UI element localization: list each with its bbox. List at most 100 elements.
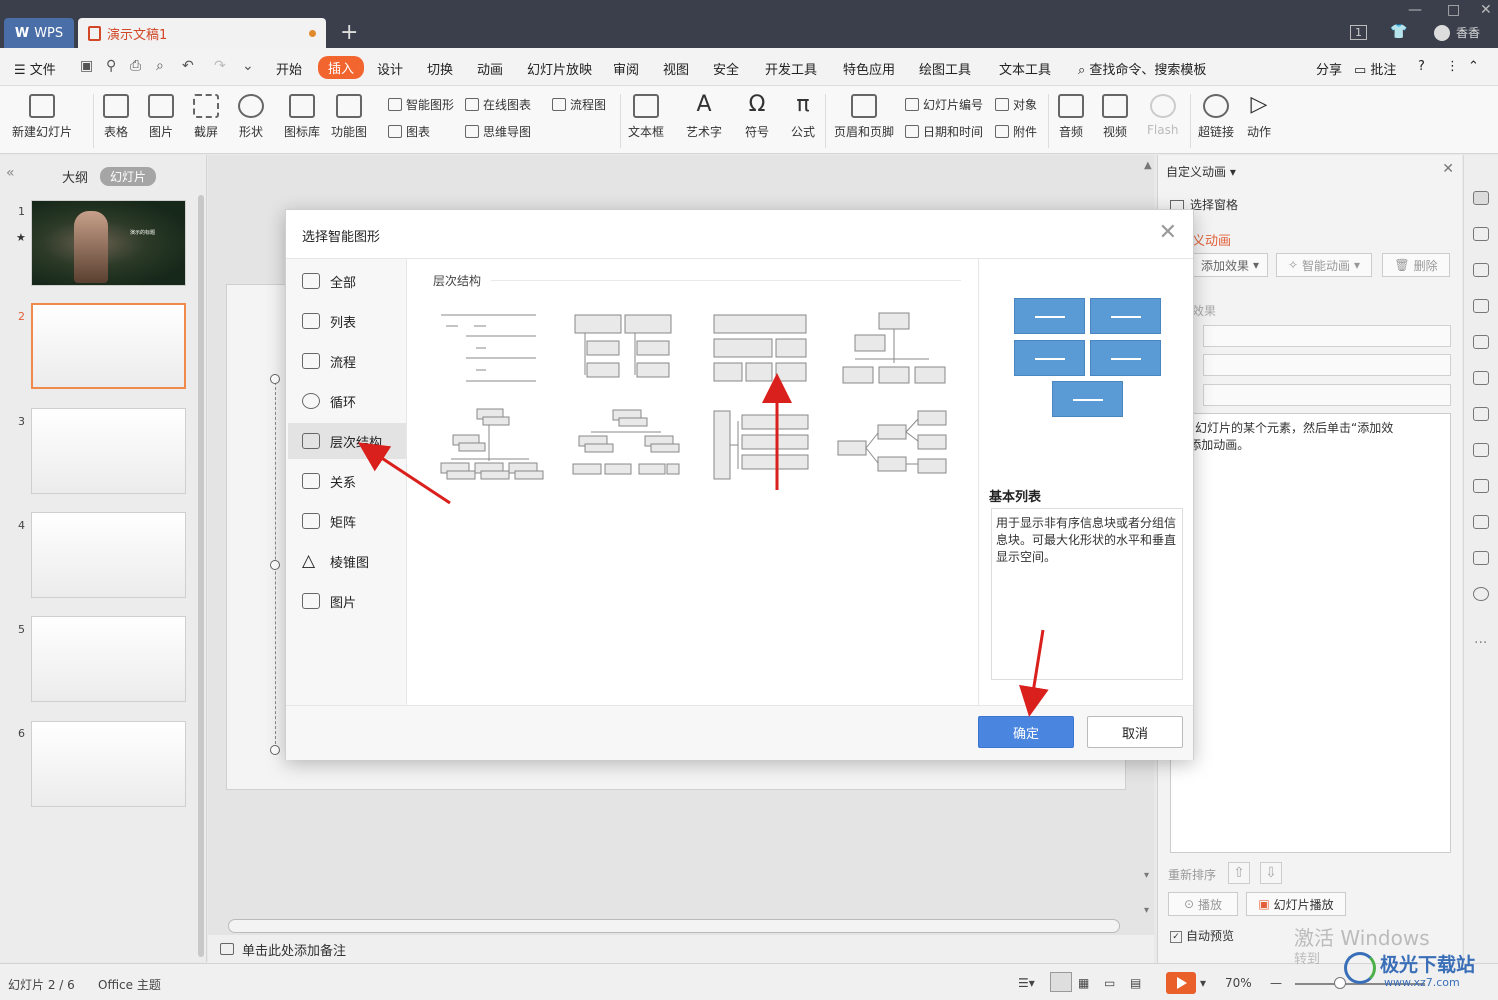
slide-thumbnail-2[interactable] [31, 303, 186, 389]
slideshow-dropdown-icon[interactable]: ▾ [1200, 976, 1206, 990]
chart-button[interactable]: 图表 [388, 123, 430, 140]
comment-button[interactable]: ▭ 批注 [1354, 59, 1396, 78]
video-button[interactable]: 视频 [1102, 94, 1128, 140]
slide-thumbnail-4[interactable] [31, 512, 186, 598]
smart-animation-button[interactable]: ✧ 智能动画 ▾ [1276, 253, 1372, 277]
category-matrix[interactable]: 矩阵 [288, 503, 406, 539]
textbox-button[interactable]: 文本框 [628, 94, 664, 140]
tab-outline[interactable]: 大纲 [62, 167, 88, 186]
move-down-icon[interactable]: ⇩ [1260, 862, 1282, 884]
menu-security[interactable]: 安全 [713, 59, 739, 78]
menu-view[interactable]: 视图 [663, 59, 689, 78]
hyperlink-button[interactable]: 超链接 [1198, 94, 1234, 140]
history-icon[interactable] [1473, 551, 1489, 565]
effect-start-select[interactable] [1203, 325, 1451, 347]
template-thumb-5[interactable] [439, 407, 549, 481]
resize-handle[interactable] [270, 374, 280, 384]
save-icon[interactable]: ▣ [80, 58, 93, 74]
sorter-view-icon[interactable]: ▦ [1078, 976, 1089, 990]
category-relationship[interactable]: 关系 [288, 463, 406, 499]
template-icon[interactable] [1473, 407, 1489, 421]
collapse-ribbon-icon[interactable]: ⌃ [1468, 59, 1479, 74]
pane-title[interactable]: 自定义动画 ▾ [1166, 163, 1236, 180]
file-menu[interactable]: ☰ 文件 [14, 59, 56, 78]
move-up-icon[interactable]: ⇧ [1228, 862, 1250, 884]
slides-scrollbar[interactable] [198, 195, 204, 957]
resize-handle[interactable] [270, 560, 280, 570]
smartart-button[interactable]: 智能图形 [388, 96, 454, 113]
slide-thumbnail-5[interactable] [31, 616, 186, 702]
category-picture[interactable]: 图片 [288, 583, 406, 619]
effect-property-select[interactable] [1203, 354, 1451, 376]
minimize-icon[interactable]: — [1408, 2, 1422, 18]
effect-speed-select[interactable] [1203, 384, 1451, 406]
user-account[interactable]: 香香 [1434, 24, 1480, 41]
notes-view-icon[interactable]: ☰▾ [1018, 976, 1035, 990]
category-all[interactable]: 全部 [288, 263, 406, 299]
slide-thumbnail-1[interactable]: 演示的标题 [31, 200, 186, 286]
template-thumb-1[interactable] [436, 310, 546, 390]
template-thumb-7[interactable] [712, 409, 812, 481]
undo-icon[interactable]: ↶ [182, 58, 194, 74]
object-button[interactable]: 对象 [995, 96, 1037, 113]
menu-insert[interactable]: 插入 [318, 56, 365, 79]
menu-design[interactable]: 设计 [377, 59, 403, 78]
print-preview-icon[interactable]: ⌕ [156, 58, 164, 74]
menu-text-tools[interactable]: 文本工具 [999, 59, 1051, 78]
start-slideshow-button[interactable] [1166, 972, 1196, 994]
ok-button[interactable]: 确定 [978, 716, 1074, 748]
tab-slides[interactable]: 幻灯片 [100, 167, 157, 186]
print-icon[interactable]: ⎙ [130, 58, 141, 74]
help-circle-icon[interactable] [1473, 587, 1489, 601]
flash-button[interactable]: Flash [1147, 94, 1178, 137]
slide-number-button[interactable]: 幻灯片编号 [905, 96, 983, 113]
template-thumb-6[interactable] [571, 408, 681, 480]
zoom-level[interactable]: 70% [1225, 976, 1252, 990]
menu-special[interactable]: 特色应用 [843, 59, 895, 78]
shape-tool-icon[interactable] [1473, 263, 1489, 277]
template-thumb-4[interactable] [841, 311, 951, 387]
template-thumb-3[interactable] [712, 313, 812, 385]
category-process[interactable]: 流程 [288, 343, 406, 379]
menu-review[interactable]: 审阅 [613, 59, 639, 78]
normal-view-icon[interactable] [1050, 972, 1072, 992]
notes-area[interactable]: 单击此处添加备注 [208, 935, 1154, 963]
flowchart-button[interactable]: 流程图 [552, 96, 606, 113]
icon-library-button[interactable]: 图标库 [284, 94, 320, 140]
close-pane-icon[interactable]: ✕ [1442, 161, 1454, 177]
wordart-button[interactable]: A 艺术字 [686, 94, 722, 140]
audio-button[interactable]: 音频 [1058, 94, 1084, 140]
animation-tool-icon[interactable] [1473, 191, 1489, 205]
template-thumb-2[interactable] [573, 313, 683, 385]
new-tab-button[interactable]: + [340, 20, 358, 45]
slide-layout-icon[interactable] [1473, 371, 1489, 385]
image-tool-icon[interactable] [1473, 443, 1489, 457]
auto-preview-checkbox[interactable]: ✓ 自动预览 [1170, 927, 1234, 944]
text-style-icon[interactable] [1473, 299, 1489, 313]
slide-thumbnail-6[interactable] [31, 721, 186, 807]
picture-button[interactable]: 图片 [148, 94, 174, 140]
delete-animation-button[interactable]: 🗑 删除 [1382, 253, 1450, 277]
horizontal-scrollbar[interactable] [228, 919, 1120, 933]
resize-handle[interactable] [270, 745, 280, 755]
zoom-out-icon[interactable]: — [1270, 976, 1282, 990]
theme-name[interactable]: Office 主题 [98, 976, 161, 993]
attachment-button[interactable]: 附件 [995, 123, 1037, 140]
dialog-close-icon[interactable]: ✕ [1159, 220, 1177, 245]
table-button[interactable]: 表格 [103, 94, 129, 140]
menu-drawing-tools[interactable]: 绘图工具 [919, 59, 971, 78]
shape-button[interactable]: 形状 [238, 94, 264, 140]
new-slide-button[interactable]: 新建幻灯片 [12, 94, 72, 140]
redo-icon[interactable]: ↷ [214, 58, 226, 74]
copy-style-icon[interactable] [1473, 227, 1489, 241]
customize-toolbar-icon[interactable]: ⌄ [242, 58, 254, 74]
header-footer-button[interactable]: 页眉和页脚 [834, 94, 894, 140]
reading-view-icon[interactable]: ▭ [1104, 976, 1115, 990]
wps-home-tab[interactable]: W WPS [4, 18, 74, 48]
slideshow-button[interactable]: ▣ 幻灯片播放 [1246, 892, 1346, 916]
menu-developer[interactable]: 开发工具 [765, 59, 817, 78]
audio-tool-icon[interactable] [1473, 479, 1489, 493]
more-tools-icon[interactable]: ··· [1474, 635, 1487, 651]
screenshot-button[interactable]: 截屏 [193, 94, 219, 140]
category-cycle[interactable]: 循环 [288, 383, 406, 419]
